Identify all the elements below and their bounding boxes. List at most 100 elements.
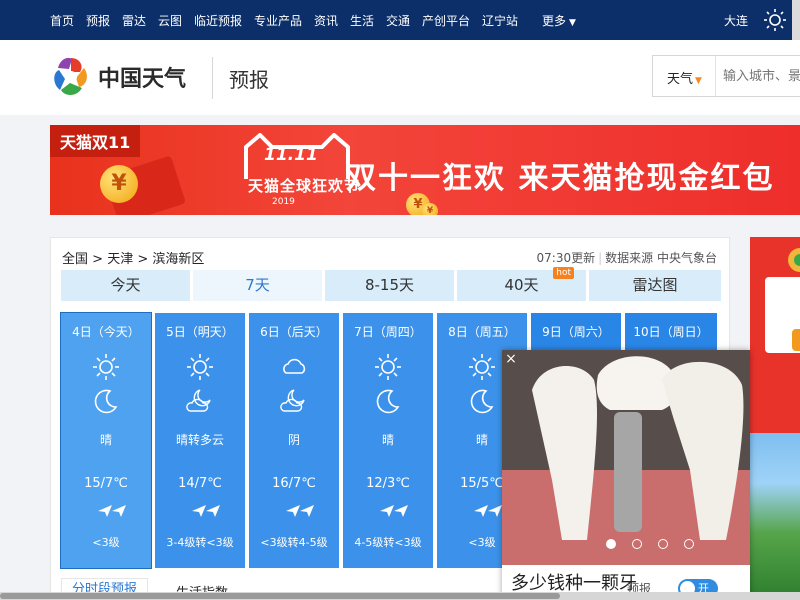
- nav-radar[interactable]: 雷达: [122, 12, 146, 29]
- tab-today[interactable]: 今天: [61, 270, 190, 301]
- update-info: 07:30更新 | 数据来源 中央气象台: [536, 251, 717, 265]
- breadcrumb-item-tianjin[interactable]: 天津: [107, 252, 133, 267]
- wind-arrow-icon: [300, 505, 314, 521]
- wind-arrow-icon: [474, 505, 488, 521]
- tab-40-days[interactable]: 40天 hot: [457, 267, 586, 301]
- breadcrumb: 全国 > 天津 > 滨海新区: [62, 248, 204, 267]
- nav-nowcast[interactable]: 临近预报: [194, 12, 242, 29]
- sun-icon[interactable]: [764, 9, 786, 31]
- wind-level: 3-4级转<3级: [166, 536, 234, 549]
- banner-slogan: 双十一狂欢 来天猫抢现金红包: [346, 161, 775, 196]
- day-name: 6日（后天）: [260, 325, 328, 339]
- wind-arrow-icon: [98, 505, 112, 521]
- sun-icon: [469, 354, 495, 380]
- tab-7-days[interactable]: 7天: [193, 270, 322, 301]
- carousel-dot[interactable]: [684, 539, 694, 549]
- nav-home[interactable]: 首页: [50, 12, 74, 29]
- wind-arrow-icon: [488, 505, 502, 521]
- carousel-dot[interactable]: [658, 539, 668, 549]
- day-name: 4日（今天）: [72, 325, 140, 339]
- tab-8-15-days[interactable]: 8-15天: [325, 270, 454, 301]
- weather-description: 阴: [287, 433, 300, 447]
- horizontal-scrollbar[interactable]: [0, 592, 800, 600]
- close-icon[interactable]: ×: [502, 350, 520, 368]
- event-title: 天猫全球狂欢节: [248, 177, 361, 195]
- banner-tag: 天猫双11: [50, 125, 141, 157]
- wind-arrow-icon: [380, 505, 394, 521]
- moon-icon: [376, 389, 400, 414]
- weather-description: 晴: [381, 433, 394, 447]
- wind-arrow-icon: [286, 505, 300, 521]
- divider: [715, 56, 716, 96]
- wind-level: <3级转4-5级: [260, 536, 328, 549]
- cloud-moon-icon: [186, 389, 211, 412]
- ad-graphic: [792, 329, 800, 351]
- sun-icon: [93, 354, 119, 380]
- moon-icon: [94, 389, 118, 414]
- carousel-dots: [606, 539, 696, 551]
- city-search-input[interactable]: [723, 64, 800, 88]
- wind-arrow-icon: [112, 505, 126, 521]
- scrollbar-thumb[interactable]: [0, 593, 560, 599]
- sun-icon: [375, 354, 401, 380]
- tmall-banner-ad[interactable]: ¥ ¥ ¥ 天猫双11 11.11 天猫全球狂欢节 2019 双十一狂欢 来天猫…: [50, 125, 800, 215]
- popup-ad: × 多少钱种一颗牙 预报 开: [502, 350, 750, 600]
- nav-pro-products[interactable]: 专业产品: [254, 12, 302, 29]
- side-ad-image[interactable]: [750, 433, 800, 600]
- chevron-down-icon: ▼: [569, 18, 576, 28]
- weather-description: 晴转多云: [175, 433, 224, 447]
- dental-implant-image[interactable]: [502, 350, 750, 565]
- temperature-range: 14/7℃: [178, 476, 222, 491]
- nav-cloud-map[interactable]: 云图: [158, 12, 182, 29]
- nav-liaoning[interactable]: 辽宁站: [482, 12, 518, 29]
- wind-direction: [61, 505, 151, 521]
- event-year: 2019: [272, 197, 295, 207]
- wind-direction: [343, 505, 433, 521]
- page-title: 预报: [229, 68, 269, 92]
- wind-level: 4-5级转<3级: [354, 536, 422, 549]
- nav-more[interactable]: 更多 ▼: [542, 12, 576, 29]
- tab-40-days-label: 40天: [504, 276, 539, 294]
- day-card[interactable]: 6日（后天） 阴 16/7℃ <3级转4-5级: [249, 313, 339, 568]
- hot-badge: hot: [553, 267, 574, 279]
- search-type-select[interactable]: 天气 ▼: [667, 68, 702, 87]
- tab-radar[interactable]: 雷达图: [589, 270, 721, 301]
- coin-icon: ¥: [100, 165, 138, 203]
- wind-direction: [249, 505, 339, 521]
- temperature-range: 16/7℃: [272, 476, 316, 491]
- day-card[interactable]: 5日（明天） 晴转多云 14/7℃ 3-4级转<3级: [155, 313, 245, 568]
- nav-news[interactable]: 资讯: [314, 12, 338, 29]
- nav-more-label: 更多: [542, 14, 567, 28]
- coin-icon: ¥: [422, 203, 438, 215]
- nav-forecast[interactable]: 预报: [86, 12, 110, 29]
- data-source: 数据来源 中央气象台: [605, 251, 717, 265]
- day-name: 5日（明天）: [166, 325, 234, 339]
- search-box: 天气 ▼: [652, 55, 800, 97]
- day-name: 7日（周四）: [354, 325, 422, 339]
- nav-life[interactable]: 生活: [350, 12, 374, 29]
- moon-icon: [470, 389, 494, 414]
- site-header: 中国天气 预报 天气 ▼: [0, 40, 800, 115]
- day-name: 9日（周六）: [542, 325, 610, 339]
- weather-logo-icon: [788, 248, 800, 272]
- breadcrumb-separator: >: [92, 252, 104, 267]
- temperature-range: 12/3℃: [366, 476, 410, 491]
- weather-logo-icon[interactable]: [50, 54, 92, 100]
- weather-description: 晴: [99, 433, 112, 447]
- chevron-down-icon: ▼: [695, 76, 702, 86]
- carousel-dot[interactable]: [632, 539, 642, 549]
- brand-name[interactable]: 中国天气: [98, 61, 186, 93]
- current-city[interactable]: 大连: [724, 12, 748, 29]
- breadcrumb-separator: >: [137, 252, 149, 267]
- sun-icon: [187, 354, 213, 380]
- nav-platform[interactable]: 产创平台: [422, 12, 470, 29]
- day-card[interactable]: 7日（周四） 晴 12/3℃ 4-5级转<3级: [343, 313, 433, 568]
- nav-traffic[interactable]: 交通: [386, 12, 410, 29]
- breadcrumb-item-national[interactable]: 全国: [62, 252, 88, 267]
- day-card[interactable]: 4日（今天） 晴 15/7℃ <3级: [60, 312, 152, 569]
- divider: [212, 57, 213, 99]
- breadcrumb-item-binhai: 滨海新区: [152, 252, 205, 267]
- wind-arrow-icon: [394, 505, 408, 521]
- wind-arrow-icon: [206, 505, 220, 521]
- carousel-dot[interactable]: [606, 539, 616, 549]
